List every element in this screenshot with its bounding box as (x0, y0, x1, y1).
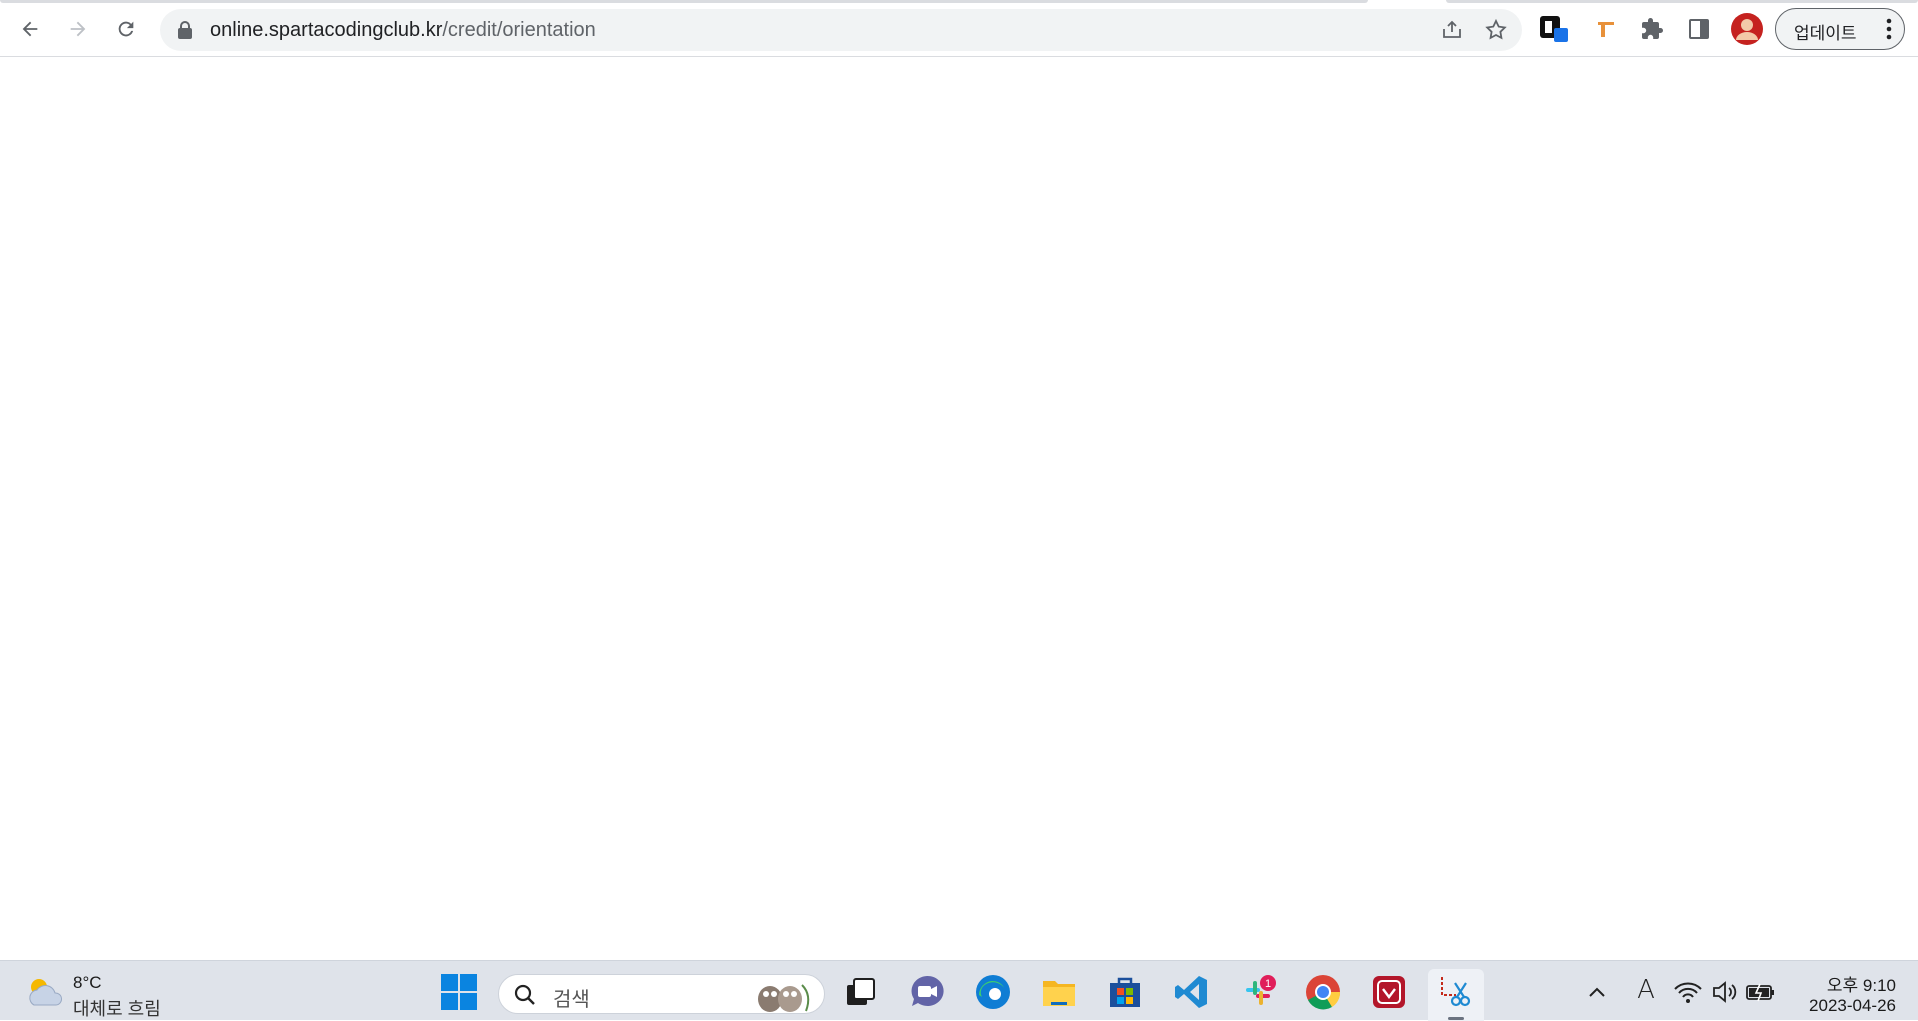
battery-button[interactable] (1744, 973, 1784, 1013)
slack-button[interactable]: 1 (1238, 973, 1278, 1013)
clock-time: 오후 9:10 (1826, 976, 1896, 995)
store-icon (1110, 977, 1140, 1007)
clock[interactable]: 오후 9:10 2023-04-26 (1788, 961, 1918, 1021)
edge-icon (976, 975, 1010, 1009)
show-hidden-icons-button[interactable] (1578, 973, 1618, 1013)
puzzle-icon (1642, 18, 1663, 39)
slack-badge: 1 (1265, 978, 1271, 990)
task-view-icon (847, 978, 875, 1005)
clock-date: 2023-04-26 (1809, 996, 1896, 1015)
search-placeholder: 검색 (553, 989, 590, 1011)
vscode-icon (1175, 976, 1207, 1008)
update-button[interactable]: 업데이트 (1775, 8, 1905, 50)
search-icon (514, 984, 535, 1005)
browser-toolbar: online.spartacodingclub.kr/credit/orient… (0, 0, 1918, 57)
task-view-button[interactable] (842, 973, 882, 1013)
app-icon (1373, 976, 1405, 1008)
teams-chat-icon (911, 975, 944, 1006)
extension-icon (1540, 16, 1568, 42)
slack-icon: 1 (1246, 975, 1276, 1005)
forward-icon (70, 21, 86, 37)
forward-button[interactable] (60, 11, 96, 47)
file-explorer-button[interactable] (1040, 973, 1080, 1013)
vscode-button[interactable] (1172, 973, 1212, 1013)
chrome-icon (1306, 975, 1341, 1010)
store-button[interactable] (1106, 973, 1146, 1013)
tabstrip-edge (0, 0, 1918, 4)
menu-dots-icon (1886, 18, 1892, 40)
edge-button[interactable] (974, 973, 1014, 1013)
tag-extension-icon (1598, 22, 1614, 37)
battery-icon (1746, 983, 1774, 1002)
address-bar[interactable]: online.spartacodingclub.kr/credit/orient… (160, 9, 1522, 51)
wifi-icon (1674, 982, 1702, 1003)
lock-icon (178, 21, 192, 39)
snipping-tool-icon (1441, 977, 1471, 1007)
volume-icon (1713, 981, 1737, 1003)
profile-button[interactable] (1729, 11, 1765, 47)
reload-icon (118, 21, 134, 37)
url-path: /credit/orientation (442, 19, 596, 41)
snipping-tool-button[interactable] (1436, 973, 1476, 1013)
start-button[interactable] (440, 973, 480, 1013)
profile-avatar (1731, 13, 1763, 45)
file-explorer-icon (1043, 981, 1075, 1006)
ime-label: A (1637, 975, 1655, 1005)
sidepanel-icon (1689, 19, 1709, 39)
share-icon[interactable] (1440, 18, 1464, 42)
star-icon[interactable] (1484, 18, 1508, 42)
page-content (0, 57, 1918, 960)
extension-button-1[interactable] (1537, 11, 1573, 47)
weather-desc: 대체로 흐림 (73, 999, 161, 1019)
chrome-button[interactable] (1304, 973, 1344, 1013)
update-label: 업데이트 (1794, 24, 1857, 43)
chevron-up-icon (1589, 987, 1605, 997)
taskbar: 8°C 대체로 흐림 검색 1 A 오후 9:10 2023-04-26 (0, 960, 1918, 1021)
extensions-menu-button[interactable] (1634, 11, 1670, 47)
side-panel-button[interactable] (1681, 11, 1717, 47)
windows-start-icon (441, 974, 477, 1010)
url-host: online.spartacodingclub.kr (210, 19, 443, 41)
taskbar-search[interactable]: 검색 (498, 974, 825, 1014)
app-button[interactable] (1370, 973, 1410, 1013)
url-text: online.spartacodingclub.kr/credit/orient… (210, 19, 596, 42)
ime-indicator[interactable]: A (1633, 975, 1659, 1007)
reload-button[interactable] (108, 11, 144, 47)
extension-button-2[interactable] (1588, 11, 1624, 47)
weather-temp: 8°C (73, 973, 102, 992)
wifi-button[interactable] (1671, 973, 1711, 1013)
back-button[interactable] (12, 11, 48, 47)
back-icon (22, 21, 38, 37)
weather-widget[interactable]: 8°C 대체로 흐림 (20, 961, 180, 1021)
search-highlight-image (758, 984, 810, 1012)
teams-chat-button[interactable] (908, 973, 948, 1013)
weather-icon (29, 979, 62, 1006)
